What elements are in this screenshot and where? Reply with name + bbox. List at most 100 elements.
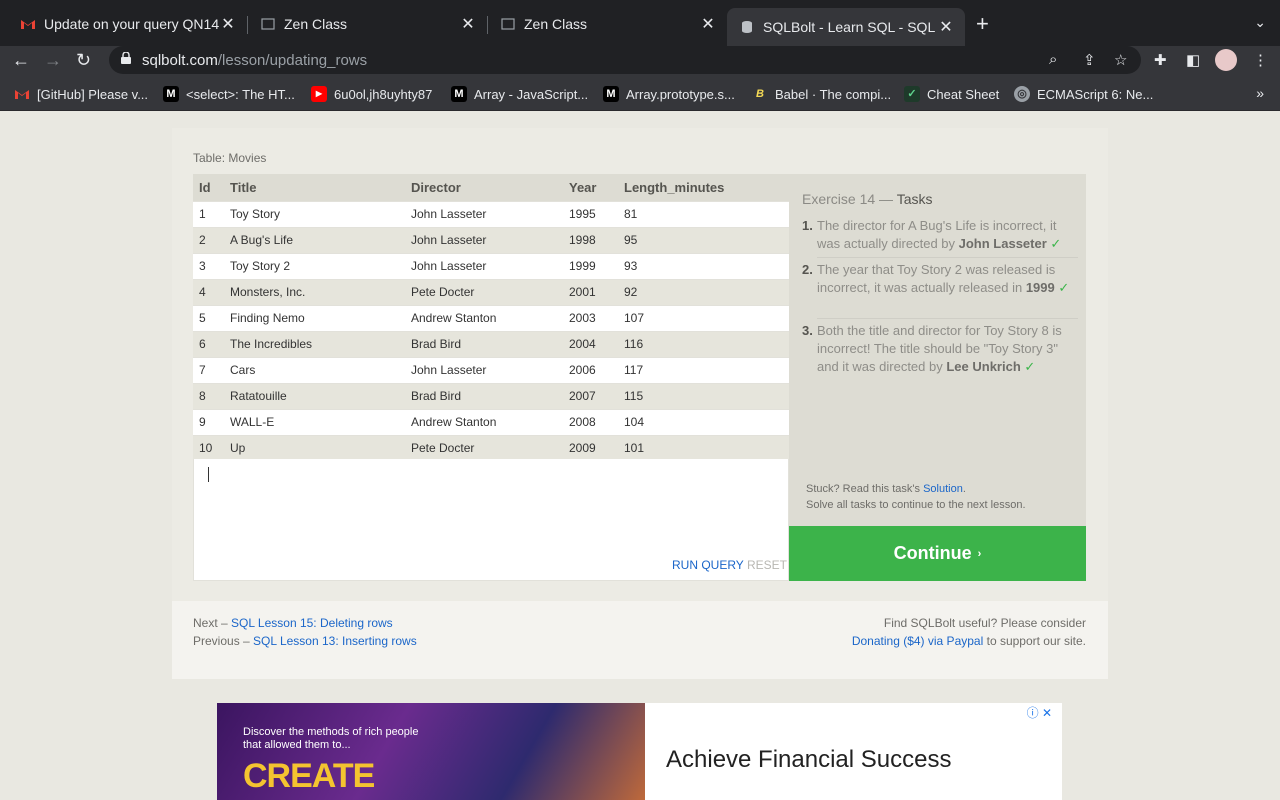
task-item: 1. The director for A Bug's Life is inco… bbox=[802, 217, 1080, 253]
bookmark-item[interactable]: M <select>: The HT... bbox=[163, 86, 295, 102]
back-icon[interactable]: ← bbox=[12, 50, 30, 71]
forward-icon[interactable]: → bbox=[44, 50, 62, 71]
table-cell: 1995 bbox=[563, 200, 618, 227]
globe-icon: ◎ bbox=[1014, 86, 1030, 102]
task-number: 3. bbox=[802, 323, 813, 338]
previous-lesson-link[interactable]: SQL Lesson 13: Inserting rows bbox=[253, 634, 417, 648]
bookmark-label: [GitHub] Please v... bbox=[37, 86, 149, 102]
column-header: Title bbox=[224, 174, 405, 201]
bookmarks-overflow-icon[interactable]: » bbox=[1256, 85, 1264, 101]
table-cell: 5 bbox=[193, 304, 224, 331]
extensions-icon[interactable]: ✚ bbox=[1154, 51, 1167, 69]
ad-info-close-icon[interactable]: ⓘ ✕ bbox=[1027, 704, 1052, 721]
next-lesson-link[interactable]: SQL Lesson 15: Deleting rows bbox=[231, 616, 393, 630]
card-top-strip bbox=[172, 111, 1108, 128]
table-cell: 81 bbox=[618, 200, 789, 227]
column-header: Year bbox=[563, 174, 618, 201]
task-description: The year that Toy Story 2 was released i… bbox=[817, 262, 1056, 295]
menu-icon[interactable]: ⋮ bbox=[1253, 51, 1268, 69]
tab-zen-class-2[interactable]: Zen Class ✕ bbox=[480, 8, 727, 40]
page-icon bbox=[261, 18, 275, 30]
table-row: 9 WALL-E Andrew Stanton 2008 104 bbox=[193, 408, 789, 435]
bookmarks-bar: [GitHub] Please v... M <select>: The HT.… bbox=[0, 76, 1280, 111]
sql-query-editor[interactable]: RUN QUERY RESET bbox=[193, 459, 789, 581]
youtube-icon: ▶ bbox=[311, 86, 327, 102]
table-cell: 116 bbox=[618, 330, 789, 357]
lock-icon bbox=[121, 52, 131, 64]
table-cell: Andrew Stanton bbox=[405, 408, 563, 435]
new-tab-button[interactable]: + bbox=[976, 13, 989, 35]
bookmark-item[interactable]: [GitHub] Please v... bbox=[14, 86, 148, 102]
bookmark-item[interactable]: B Babel · The compi... bbox=[752, 86, 891, 102]
previous-lesson-row: Previous – SQL Lesson 13: Inserting rows bbox=[193, 632, 417, 650]
table-cell: Brad Bird bbox=[405, 382, 563, 409]
check-icon: ✓ bbox=[1050, 236, 1062, 251]
mdn-icon: M bbox=[603, 86, 619, 102]
database-icon bbox=[742, 21, 752, 33]
bookmark-item[interactable]: ▶ 6u0ol,jh8uyhty87 bbox=[311, 86, 432, 102]
support-text: to support our site. bbox=[986, 634, 1086, 648]
babel-icon: B bbox=[756, 88, 764, 100]
table-cell: 1 bbox=[193, 200, 224, 227]
table-cell: 1998 bbox=[563, 226, 618, 253]
bookmark-item[interactable]: ◎ ECMAScript 6: Ne... bbox=[1014, 86, 1153, 102]
table-body: 1 Toy Story John Lasseter 1995 81 2 A Bug's Li… bbox=[193, 200, 789, 461]
task-text: Both the title and director for Toy Stor… bbox=[802, 322, 1080, 376]
gmail-icon bbox=[21, 20, 35, 29]
side-panel-icon[interactable]: ◧ bbox=[1186, 51, 1200, 69]
task-number: 1. bbox=[802, 218, 813, 233]
close-icon[interactable]: ✕ bbox=[699, 14, 717, 34]
table-cell: Pete Docter bbox=[405, 434, 563, 461]
donate-link[interactable]: Donating ($4) via Paypal bbox=[852, 634, 983, 648]
ad-headline: Achieve Financial Success bbox=[666, 746, 952, 773]
bookmark-label: Cheat Sheet bbox=[927, 86, 1000, 102]
table-cell: Brad Bird bbox=[405, 330, 563, 357]
bookmark-star-icon[interactable]: ☆ bbox=[1114, 51, 1127, 69]
tab-sqlbolt[interactable]: SQLBolt - Learn SQL - SQL Les ✕ bbox=[727, 8, 965, 46]
bookmark-item[interactable]: ✓ Cheat Sheet bbox=[904, 86, 999, 102]
mdn-icon: M bbox=[163, 86, 179, 102]
close-icon[interactable]: ✕ bbox=[219, 14, 237, 34]
close-icon[interactable]: ✕ bbox=[459, 14, 477, 34]
results-table: Id Title Director Year Length_minutes 1T… bbox=[193, 174, 789, 461]
previous-prefix: Previous – bbox=[193, 634, 250, 648]
reload-icon[interactable]: ↻ bbox=[76, 50, 91, 71]
tab-zen-class-1[interactable]: Zen Class ✕ bbox=[240, 8, 487, 40]
table-cell: 93 bbox=[618, 252, 789, 279]
reset-button[interactable]: RESET bbox=[747, 558, 787, 572]
table-row: 5 Finding Nemo Andrew Stanton 2003 107 bbox=[193, 304, 789, 331]
bookmark-item[interactable]: M Array - JavaScript... bbox=[451, 86, 588, 102]
zoom-icon[interactable]: ⌕ bbox=[1049, 51, 1057, 68]
stuck-suffix: . bbox=[962, 483, 966, 495]
url-path: /lesson/updating_rows bbox=[217, 52, 368, 69]
tab-gmail[interactable]: Update on your query QN1444 ✕ bbox=[0, 8, 247, 40]
table-cell: 2006 bbox=[563, 356, 618, 383]
profile-avatar[interactable] bbox=[1215, 49, 1237, 71]
table-row: 3 Toy Story 2 John Lasseter 1999 93 bbox=[193, 252, 789, 279]
advertisement-banner[interactable]: Discover the methods of rich people that… bbox=[217, 703, 1062, 800]
address-bar[interactable]: sqlbolt.com/lesson/updating_rows ⌕ ⇪ ☆ bbox=[109, 46, 1141, 74]
donate-row: Donating ($4) via Paypal to support our … bbox=[852, 632, 1086, 650]
column-header: Id bbox=[193, 174, 224, 201]
solution-link[interactable]: Solution bbox=[923, 483, 963, 495]
table-cell: Pete Docter bbox=[405, 278, 563, 305]
share-icon[interactable]: ⇪ bbox=[1083, 51, 1096, 69]
table-cell: 2001 bbox=[563, 278, 618, 305]
continue-button[interactable]: Continue › bbox=[789, 526, 1086, 581]
table-row: 10 Up Pete Docter 2009 101 bbox=[193, 434, 789, 461]
table-cell: 4 bbox=[193, 278, 224, 305]
tab-search-chevron-icon[interactable]: ⌄ bbox=[1254, 14, 1266, 31]
tab-title: SQLBolt - Learn SQL - SQL Les bbox=[763, 19, 937, 35]
table-row: 2A Bug's Life John Lasseter 1998 95 bbox=[193, 226, 789, 253]
browser-toolbar: ← → ↻ sqlbolt.com/lesson/updating_rows ⌕… bbox=[0, 46, 1280, 76]
bookmark-item[interactable]: M Array.prototype.s... bbox=[603, 86, 735, 102]
cheat-sheet-icon: ✓ bbox=[904, 86, 920, 102]
lesson-navigation: Next – SQL Lesson 15: Deleting rows Prev… bbox=[193, 614, 417, 650]
text-caret bbox=[208, 467, 209, 482]
table-cell: 101 bbox=[618, 434, 789, 461]
close-icon[interactable]: ✕ bbox=[937, 17, 955, 37]
useful-text: Find SQLBolt useful? Please consider bbox=[883, 616, 1086, 630]
table-cell: 8 bbox=[193, 382, 224, 409]
task-item: 3. Both the title and director for Toy S… bbox=[802, 322, 1080, 376]
run-query-button[interactable]: RUN QUERY bbox=[672, 558, 744, 572]
